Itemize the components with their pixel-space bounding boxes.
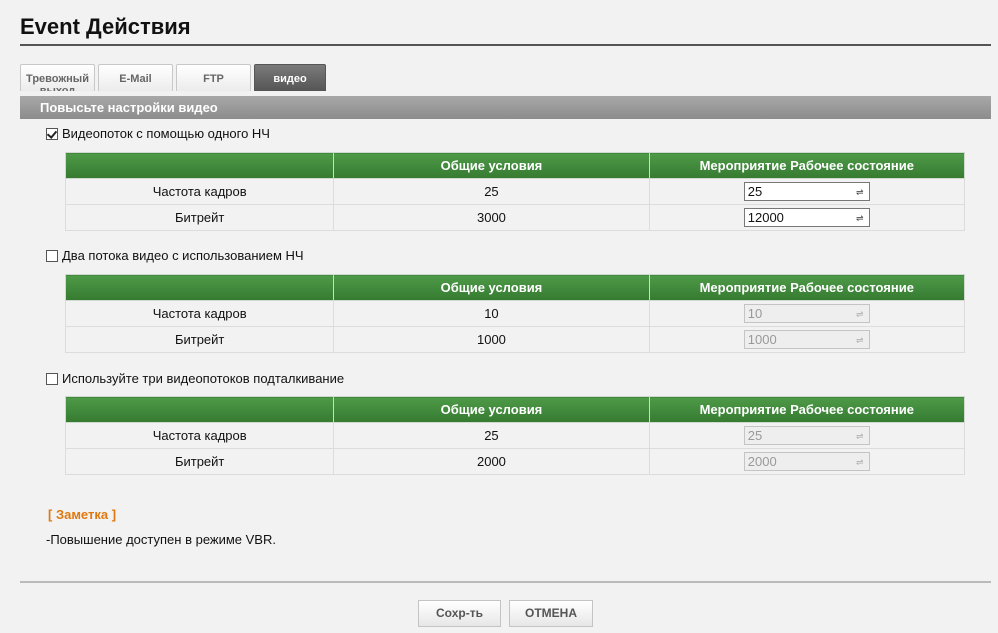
header-event: Мероприятие Рабочее состояние	[648, 396, 966, 423]
row-label: Частота кадров	[64, 178, 335, 205]
save-button[interactable]: Сохр-ть	[418, 600, 501, 627]
row-label: Частота кадров	[64, 300, 335, 327]
spin-arrows-icon: ⇌	[855, 430, 864, 441]
row-label: Частота кадров	[64, 422, 335, 449]
table-row: Частота кадров 10 10 ⇌	[64, 300, 966, 327]
settings-table-dual-stream: Общие условия Мероприятие Рабочее состоя…	[64, 274, 966, 353]
bitrate-event-input[interactable]: 12000 ⇌	[743, 208, 870, 227]
table-row: Битрейт 2000 2000 ⇌	[64, 448, 966, 475]
header-empty	[64, 396, 335, 423]
framerate-event-input: 10 ⇌	[743, 304, 870, 323]
option-label: Два потока видео с использованием НЧ	[62, 248, 304, 263]
settings-table-single-stream: Общие условия Мероприятие Рабочее состоя…	[64, 152, 966, 231]
tab-email[interactable]: E-Mail	[98, 64, 173, 91]
spin-arrows-icon[interactable]: ⇌	[854, 213, 866, 223]
tab-ftp[interactable]: FTP	[176, 64, 251, 91]
option-dual-stream[interactable]: Два потока видео с использованием НЧ	[46, 248, 304, 263]
spin-arrows-icon: ⇌	[855, 308, 864, 319]
option-single-stream[interactable]: Видеопоток с помощью одного НЧ	[46, 126, 270, 141]
bitrate-event-input: 2000 ⇌	[743, 452, 870, 471]
spin-arrows-icon: ⇌	[855, 334, 864, 345]
option-label: Видеопоток с помощью одного НЧ	[62, 126, 270, 141]
title-divider	[20, 44, 991, 46]
spin-arrows-icon[interactable]: ⇌	[854, 187, 866, 197]
header-general: Общие условия	[333, 152, 650, 179]
header-empty	[64, 152, 335, 179]
tab-alarm-output[interactable]: Тревожный выход	[20, 64, 95, 91]
settings-table-triple-stream: Общие условия Мероприятие Рабочее состоя…	[64, 396, 966, 475]
table-row: Битрейт 3000 12000 ⇌	[64, 204, 966, 231]
note-text: -Повышение доступен в режиме VBR.	[46, 532, 276, 547]
spin-arrows-icon: ⇌	[855, 456, 864, 467]
checkbox-single-stream[interactable]	[46, 127, 58, 140]
tab-video[interactable]: видео	[254, 64, 326, 91]
note-title: [ Заметка ]	[48, 507, 117, 522]
general-value: 1000	[333, 326, 650, 353]
checkbox-dual-stream[interactable]	[46, 249, 58, 262]
table-row: Частота кадров 25 25 ⇌	[64, 178, 966, 205]
footer-divider	[20, 581, 991, 583]
row-label: Битрейт	[64, 448, 335, 475]
page-title: Event Действия	[20, 14, 191, 39]
general-value: 3000	[333, 204, 650, 231]
general-value: 2000	[333, 448, 650, 475]
option-triple-stream[interactable]: Используйте три видеопотоков подталкиван…	[46, 371, 344, 386]
table-row: Частота кадров 25 25 ⇌	[64, 422, 966, 449]
section-header: Повысьте настройки видео	[20, 96, 991, 119]
row-label: Битрейт	[64, 204, 335, 231]
framerate-event-input: 25 ⇌	[743, 426, 870, 445]
cancel-button[interactable]: ОТМЕНА	[509, 600, 593, 627]
header-general: Общие условия	[333, 274, 650, 301]
table-row: Битрейт 1000 1000 ⇌	[64, 326, 966, 353]
option-label: Используйте три видеопотоков подталкиван…	[62, 371, 345, 386]
row-label: Битрейт	[64, 326, 335, 353]
checkbox-triple-stream[interactable]	[46, 372, 58, 385]
tab-bar: Тревожный выход E-Mail FTP видео	[20, 64, 326, 92]
header-general: Общие условия	[333, 396, 650, 423]
general-value: 10	[333, 300, 650, 327]
header-event: Мероприятие Рабочее состояние	[648, 152, 966, 179]
bitrate-event-input: 1000 ⇌	[743, 330, 870, 349]
header-event: Мероприятие Рабочее состояние	[648, 274, 966, 301]
general-value: 25	[333, 422, 650, 449]
header-empty	[64, 274, 335, 301]
general-value: 25	[333, 178, 650, 205]
framerate-event-input[interactable]: 25 ⇌	[743, 182, 870, 201]
